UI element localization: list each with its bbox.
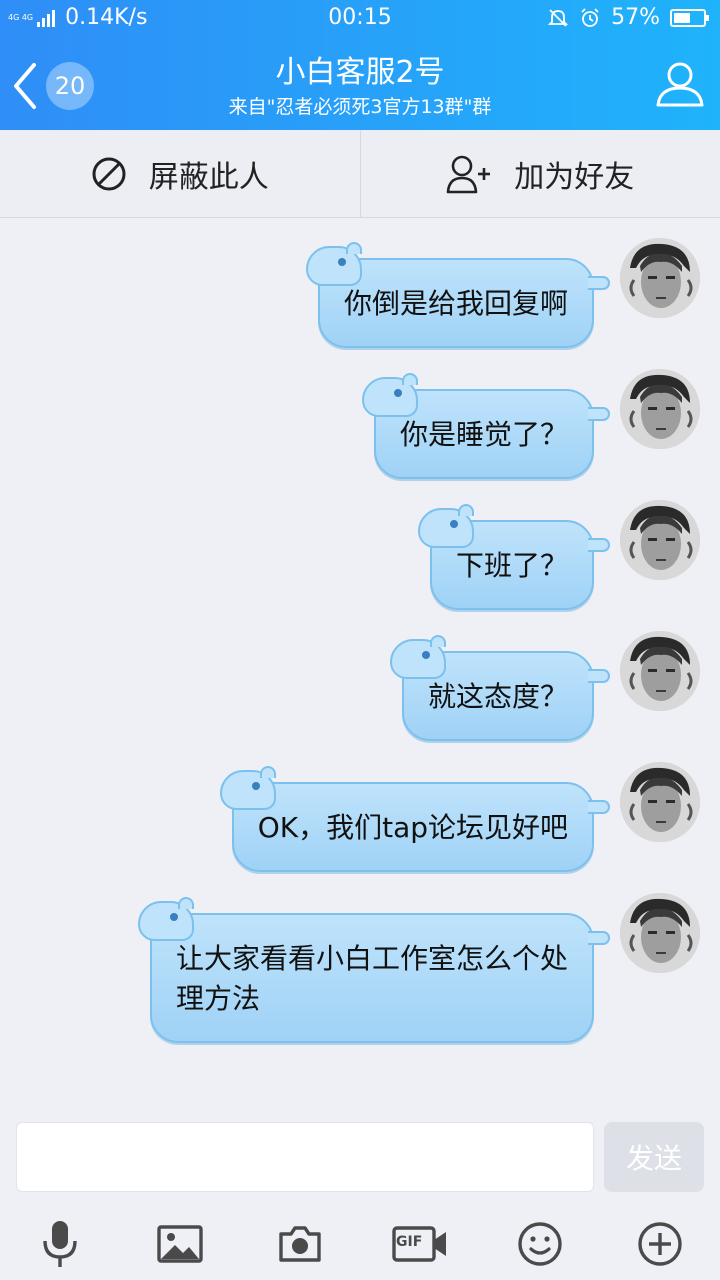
avatar[interactable]: [620, 631, 700, 711]
block-user-button[interactable]: 屏蔽此人: [0, 130, 361, 217]
image-button[interactable]: [152, 1216, 208, 1272]
avatar-portrait: [620, 631, 700, 711]
page-subtitle: 来自"忍者必须死3官方13群"群: [228, 96, 492, 118]
message-bubble[interactable]: OK，我们tap论坛见好吧: [219, 766, 610, 872]
page-title: 小白客服2号: [275, 55, 445, 90]
message-bubble[interactable]: 下班了？: [417, 504, 610, 610]
camera-button[interactable]: [272, 1216, 328, 1272]
more-button[interactable]: [632, 1216, 688, 1272]
battery-icon: [670, 8, 709, 27]
add-friend-icon: [446, 155, 491, 193]
input-toolbar: GIF: [0, 1210, 720, 1274]
message-bubble[interactable]: 就这态度？: [389, 635, 610, 741]
message-text: 下班了？: [455, 549, 568, 582]
message-text: 让大家看看小白工作室怎么个处理方法: [176, 942, 569, 1015]
message-bubble[interactable]: 让大家看看小白工作室怎么个处理方法: [138, 897, 610, 1043]
alarm-icon: [581, 7, 599, 27]
profile-icon[interactable]: [654, 58, 706, 110]
message-bubble[interactable]: 你倒是给我回复啊: [305, 242, 610, 348]
avatar-portrait: [620, 500, 700, 580]
add-friend-label: 加为好友: [514, 159, 635, 195]
input-bar: 发送 GIF: [0, 1110, 720, 1280]
send-button[interactable]: 发送: [604, 1122, 704, 1192]
camera-icon: [279, 1226, 321, 1262]
voice-button[interactable]: [32, 1216, 88, 1272]
add-friend-button[interactable]: 加为好友: [361, 130, 720, 217]
back-button[interactable]: 20: [10, 58, 106, 114]
emoji-button[interactable]: [512, 1216, 568, 1272]
avatar[interactable]: [620, 500, 700, 580]
chat-header: 4G 4G 0.14K/s 00:15 57% 20 小白客服2号 来自"忍者必…: [0, 0, 720, 130]
avatar-portrait: [620, 369, 700, 449]
gif-button[interactable]: GIF: [392, 1216, 448, 1272]
emoji-icon: [518, 1222, 562, 1266]
message-input[interactable]: [16, 1122, 594, 1192]
avatar-portrait: [620, 762, 700, 842]
message-text: 你是睡觉了？: [399, 418, 568, 451]
chevron-left-icon: [14, 63, 36, 109]
message-bubble[interactable]: 你是睡觉了？: [361, 373, 610, 479]
plus-icon: [638, 1222, 682, 1266]
unread-count-badge: 20: [46, 62, 94, 110]
avatar[interactable]: [620, 238, 700, 318]
mic-icon: [43, 1221, 77, 1267]
message-text: 你倒是给我回复啊: [343, 287, 568, 320]
status-bar: 4G 4G 0.14K/s 00:15 57%: [0, 0, 720, 38]
mute-icon: [547, 8, 569, 27]
avatar-portrait: [620, 238, 700, 318]
battery-percent: 57%: [611, 5, 660, 30]
block-user-label: 屏蔽此人: [148, 159, 269, 195]
avatar[interactable]: [620, 762, 700, 842]
avatar[interactable]: [620, 893, 700, 973]
avatar-portrait: [620, 893, 700, 973]
avatar[interactable]: [620, 369, 700, 449]
block-icon: [92, 157, 126, 190]
image-icon: [157, 1225, 203, 1263]
message-text: OK，我们tap论坛见好吧: [257, 811, 568, 844]
action-bar: 屏蔽此人 加为好友: [0, 130, 720, 218]
message-text: 就这态度？: [427, 680, 568, 713]
gif-label: GIF: [396, 1234, 423, 1250]
